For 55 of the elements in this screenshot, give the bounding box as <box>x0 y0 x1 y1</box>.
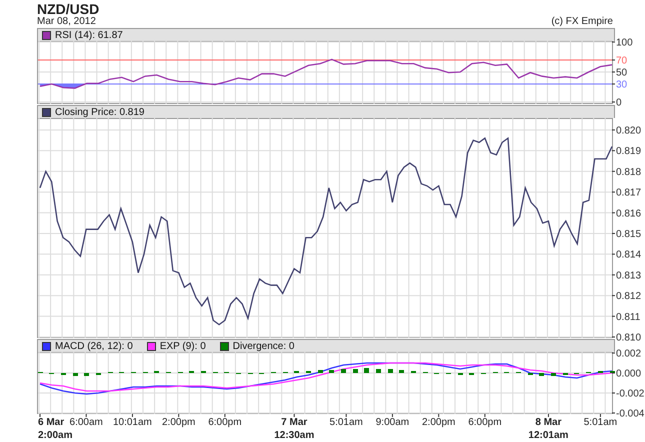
legend-label: MACD (26, 12): 0 <box>55 340 133 352</box>
x-axis-label: 9:00am <box>376 417 410 428</box>
x-axis-date: 7 Mar <box>281 417 308 428</box>
divergence-bar <box>329 370 334 373</box>
divergence-bar <box>399 370 404 373</box>
y-axis-label: 0.814 <box>616 250 642 261</box>
y-axis-label: 0.816 <box>616 208 642 220</box>
y-axis-label: 70 <box>616 56 628 66</box>
y-axis-label: 0.811 <box>616 312 640 323</box>
divergence-bar <box>73 373 78 376</box>
legend-label: EXP (9): 0 <box>160 340 206 352</box>
y-axis-label: 30 <box>616 80 628 90</box>
divergence-bar <box>376 369 381 373</box>
y-axis-label: 0.813 <box>616 270 642 282</box>
divergence-bar <box>341 369 346 373</box>
x-axis-date: 6 Mar <box>38 417 64 428</box>
y-axis-label: 0 <box>616 98 622 108</box>
copyright-label: (c) FX Empire <box>551 17 613 27</box>
date-label: Mar 08, 2012 <box>37 17 96 27</box>
x-axis-label: 5:01am <box>584 417 618 428</box>
x-axis-label: 10:01am <box>112 417 152 428</box>
y-axis-label: 0.002 <box>616 348 642 360</box>
y-axis-label: 0.818 <box>616 166 642 178</box>
y-axis-label: 50 <box>616 68 628 78</box>
x-axis-label: 6:00pm <box>468 417 502 428</box>
y-axis-label: 100 <box>616 38 633 48</box>
y-axis-label: 0.000 <box>616 368 642 380</box>
divergence-bar <box>364 368 369 373</box>
divergence-bar <box>388 369 393 373</box>
legend-label: Closing Price: 0.819 <box>55 106 144 118</box>
x-axis-label: 5:01am <box>330 417 363 428</box>
divergence-bar <box>539 373 544 376</box>
divergence-bar <box>318 370 323 373</box>
x-axis-label: 12:30am <box>274 430 314 441</box>
divergence-bar <box>353 369 358 373</box>
divergence-bar <box>84 373 89 376</box>
chart-title: NZD/USD <box>37 0 100 17</box>
y-axis-label: 0.815 <box>616 228 642 240</box>
x-axis-label: 12:01am <box>528 430 568 441</box>
x-axis-date: 8 Mar <box>535 417 562 428</box>
x-axis-label: 2:00pm <box>162 417 196 428</box>
x-axis-label: 2:00pm <box>422 417 456 428</box>
y-axis-label: -0.004 <box>616 408 644 420</box>
x-axis-label: 6:00am <box>70 417 103 428</box>
y-axis-label: 0.810 <box>616 332 642 344</box>
y-axis-label: -0.002 <box>616 388 644 400</box>
y-axis-label: 0.819 <box>616 146 642 158</box>
y-axis-label: 0.817 <box>616 188 642 199</box>
divergence-bar <box>551 373 556 376</box>
legend-label: RSI (14): 61.87 <box>55 30 123 40</box>
legend-label: Divergence: 0 <box>232 340 294 352</box>
x-axis-label: 6:00pm <box>208 417 242 428</box>
y-axis-label: 0.812 <box>616 291 642 302</box>
y-axis-label: 0.820 <box>616 125 642 136</box>
x-axis-label: 2:00am <box>38 430 72 441</box>
